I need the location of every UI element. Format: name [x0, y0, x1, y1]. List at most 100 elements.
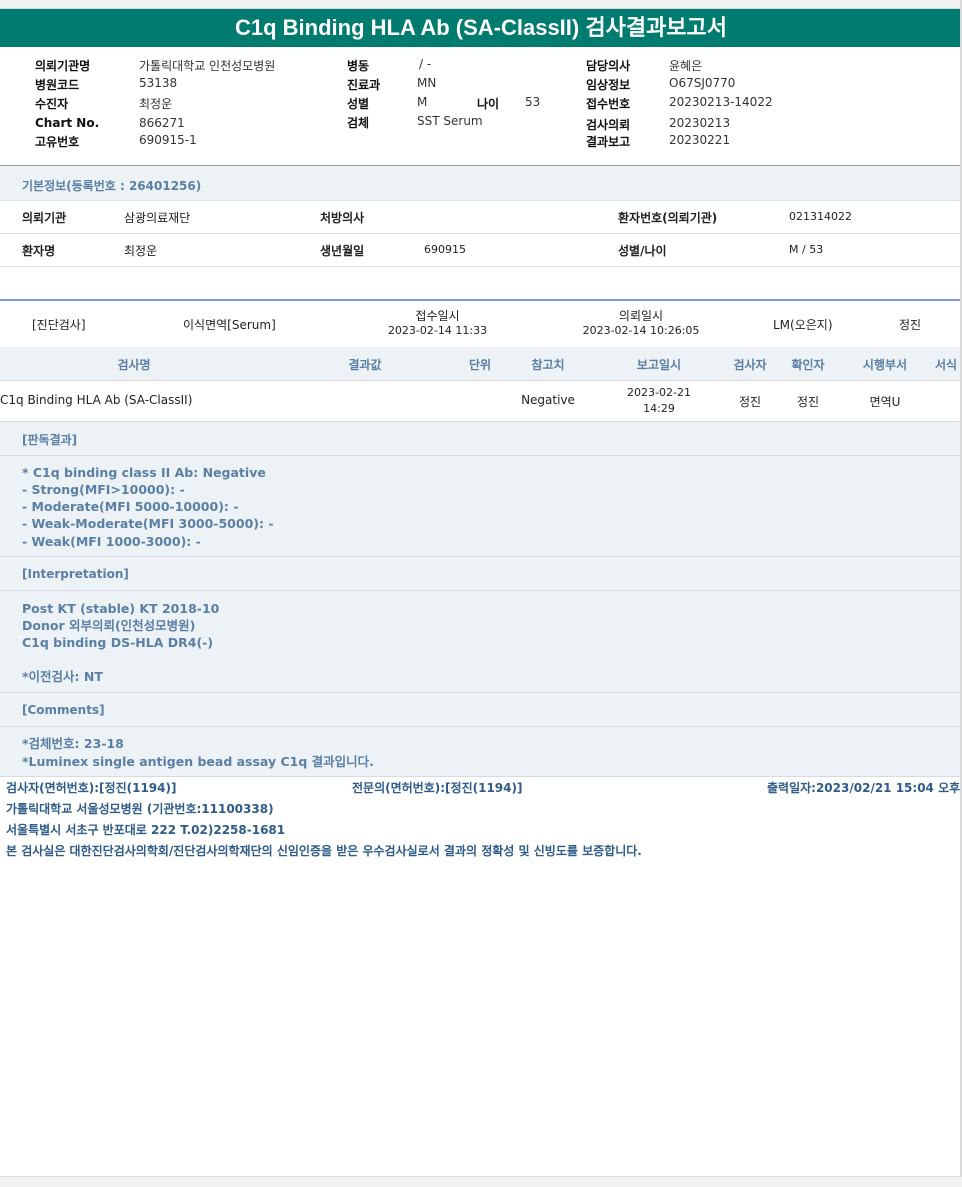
org-value: 삼광의료재단	[124, 211, 191, 225]
header-value: 가톨릭대학교 인천성모병원	[139, 59, 276, 73]
order-lm: LM(오은지)	[773, 318, 833, 332]
bottom-strip	[0, 1176, 962, 1187]
reading-result-line: - Weak-Moderate(MFI 3000-5000): -	[22, 516, 274, 531]
reading-result-line: - Moderate(MFI 5000-10000): -	[22, 499, 239, 514]
column-header-result: 결과값	[348, 358, 382, 372]
column-header-checker: 확인자	[791, 358, 825, 372]
top-strip	[0, 0, 962, 9]
patient-number-value: 021314022	[789, 210, 852, 223]
footer-tester: 검사자(면허번호):[정진(1194)]	[6, 781, 177, 795]
header-value: MN	[417, 76, 437, 90]
column-header-report-date: 보고일시	[636, 358, 682, 372]
reference-value: Negative	[521, 393, 575, 407]
column-header-dept: 시행부서	[862, 358, 908, 372]
header-label: 수진자	[35, 97, 69, 111]
header-value: O67SJ0770	[669, 76, 736, 90]
column-header-tester: 검사자	[733, 358, 767, 372]
interpretation-line: C1q binding DS-HLA DR4(-)	[22, 635, 214, 650]
sex-age-value: M / 53	[789, 243, 824, 256]
header-label: 나이	[477, 97, 500, 111]
header-value: 690915-1	[139, 133, 197, 147]
interpretation-line: Post KT (stable) KT 2018-10	[22, 601, 220, 616]
header-value: 53138	[139, 76, 178, 90]
report-date: 2023-02-21	[627, 386, 691, 399]
doctor-label: 처방의사	[320, 211, 365, 225]
interpretation-line: Donor 외부의뢰(인천성모병원)	[22, 618, 196, 633]
divider	[0, 590, 962, 591]
requested-label: 의뢰일시	[618, 309, 664, 323]
received-value: 2023-02-14 11:33	[387, 324, 488, 337]
order-person: 정진	[899, 318, 922, 332]
patient-name-value: 최정운	[124, 244, 158, 258]
report-page: C1q Binding HLA Ab (SA-ClassII) 검사결과보고서 …	[0, 0, 962, 1187]
divider	[0, 692, 962, 693]
dept-value: 면역U	[869, 395, 901, 409]
reading-result-line: - Weak(MFI 1000-3000): -	[22, 534, 201, 549]
header-value: 53	[525, 95, 541, 109]
column-header-test: 검사명	[117, 358, 151, 372]
footer-hospital: 가톨릭대학교 서울성모병원 (기관번호:11100338)	[6, 802, 274, 816]
divider	[0, 233, 962, 234]
header-label: 의뢰기관명	[35, 59, 91, 73]
header-label: 병동	[347, 59, 370, 73]
divider	[0, 266, 962, 267]
header-label: 검체	[347, 116, 370, 130]
comments-title: [Comments]	[22, 703, 105, 717]
sex-age-label: 성별/나이	[618, 244, 667, 258]
divider	[0, 726, 962, 727]
tester-value: 정진	[738, 395, 762, 409]
header-label: 검사의뢰	[586, 118, 631, 132]
received-label: 접수일시	[415, 309, 460, 323]
org-label: 의뢰기관	[22, 211, 67, 225]
divider	[0, 421, 962, 422]
report-title: C1q Binding HLA Ab (SA-ClassII) 검사결과보고서	[0, 9, 962, 47]
checker-value: 정진	[796, 395, 820, 409]
header-value: 최정운	[139, 97, 173, 111]
comment-line: *Luminex single antigen bead assay C1q 결…	[22, 754, 374, 769]
reading-result-line: * C1q binding class II Ab: Negative	[22, 465, 266, 480]
birth-label: 생년월일	[320, 244, 365, 258]
header-value: 20230221	[669, 133, 731, 147]
header-value: 866271	[139, 116, 185, 130]
footer-certification: 본 검사실은 대한진단검사의학회/진단검사의학재단의 신임인증을 받은 우수검사…	[6, 844, 642, 858]
header-label: 접수번호	[586, 97, 631, 111]
column-header-unit: 단위	[468, 358, 492, 372]
divider	[0, 299, 962, 301]
patient-name-label: 환자명	[22, 244, 56, 258]
divider	[0, 556, 962, 557]
header-label: 임상정보	[586, 78, 631, 92]
interpretation-title: [Interpretation]	[22, 567, 129, 581]
divider	[0, 200, 962, 201]
footer-print-date: 출력일자:2023/02/21 15:04 오후	[767, 781, 960, 795]
reading-result-line: - Strong(MFI>10000): -	[22, 482, 185, 497]
header-value: M	[417, 95, 428, 109]
previous-test: *이전검사: NT	[22, 669, 103, 684]
order-specimen: 이식면역[Serum]	[183, 318, 276, 332]
footer-address: 서울특별시 서초구 반포대로 222 T.02)2258-1681	[6, 823, 286, 837]
column-header-form: 서식	[935, 358, 958, 372]
header-value: / -	[419, 57, 432, 71]
birth-value: 690915	[424, 243, 466, 256]
reading-result-title: [판독결과]	[22, 433, 78, 447]
header-label: 진료과	[347, 78, 381, 92]
header-label: 성별	[347, 97, 370, 111]
report-time: 14:29	[643, 402, 675, 415]
patient-number-label: 환자번호(의뢰기관)	[618, 211, 718, 225]
order-category: [진단검사]	[32, 318, 86, 332]
test-name: C1q Binding HLA Ab (SA-ClassII)	[0, 393, 193, 407]
header-label: 담당의사	[586, 59, 631, 73]
divider	[0, 776, 962, 777]
header-label: 결과보고	[586, 135, 631, 149]
header-label: Chart No.	[35, 116, 100, 130]
basic-info-title: 기본정보(등록번호 : 26401256)	[22, 179, 202, 193]
divider	[0, 380, 962, 381]
header-label: 병원코드	[35, 78, 80, 92]
footer-specialist: 전문의(면허번호):[정진(1194)]	[352, 781, 523, 795]
header-value: 윤혜은	[669, 59, 703, 73]
header-value: SST Serum	[417, 114, 483, 128]
comment-line: *검체번호: 23-18	[22, 736, 124, 751]
header-value: 20230213-14022	[669, 95, 773, 109]
divider	[0, 455, 962, 456]
header-value: 20230213	[669, 116, 731, 130]
requested-value: 2023-02-14 10:26:05	[582, 324, 700, 337]
